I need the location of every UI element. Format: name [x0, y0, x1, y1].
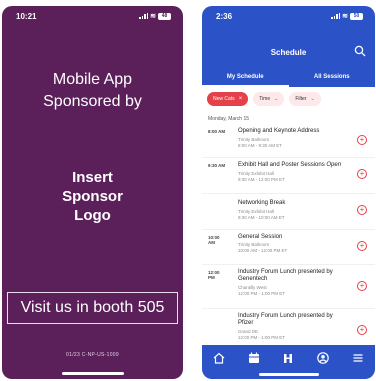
calendar-icon[interactable] [247, 351, 261, 365]
session-row[interactable]: 12:00 PM Industry Forum Lunch presented … [202, 265, 375, 309]
filter-chip-time[interactable]: Time ⌄ [253, 92, 285, 106]
session-row[interactable]: Networking Break Trinity Exhibit Hall 9:… [202, 194, 375, 230]
session-row[interactable]: 10:00 AM General Session Trinity Ballroo… [202, 230, 375, 265]
search-icon[interactable] [354, 45, 366, 57]
home-indicator[interactable] [258, 373, 319, 376]
add-to-schedule-button[interactable]: + [357, 205, 367, 215]
session-list: Monday, March 15 8:00 AM Opening and Key… [202, 114, 375, 353]
battery-icon: 48 [158, 12, 171, 20]
schedule-screen: 2:36 ≋ 50 Schedule My Schedule All Sessi… [202, 6, 375, 379]
session-time: 12:00 PM [208, 270, 220, 280]
session-time-range: 8:00 AM - 9:30 AM ET [238, 143, 283, 148]
session-time-range: 9:30 AM - 10:00 AM ET [238, 215, 285, 220]
session-time-range: 9:30 AM - 12:00 PM ET [238, 177, 285, 182]
filter-chip-label: Time [259, 96, 271, 102]
filter-chip-label: Filter [295, 96, 307, 102]
filter-chip-new-cats[interactable]: New Cats × [207, 92, 249, 106]
schedule-header: 2:36 ≋ 50 Schedule My Schedule All Sessi… [202, 6, 375, 87]
session-time: 10:00 AM [208, 235, 220, 245]
session-title: Networking Break [238, 200, 286, 206]
session-title: Exhibit Hall and Poster Sessions Open [238, 162, 342, 168]
session-time: 8:00 AM [208, 129, 226, 134]
sponsor-logo-placeholder: Insert Sponsor Logo [62, 169, 123, 224]
session-title: General Session [238, 234, 283, 240]
wifi-icon: ≋ [150, 13, 156, 20]
sponsor-splash-screen: 10:21 ≋ 48 Mobile App Sponsored by Inser… [2, 6, 183, 379]
session-time-range: 12:00 PM - 1:00 PM ET [238, 335, 286, 340]
session-time: 9:30 AM [208, 163, 226, 168]
tab-my-schedule[interactable]: My Schedule [202, 72, 289, 87]
session-time-range: 12:00 PM - 1:00 PM ET [238, 291, 286, 296]
add-to-schedule-button[interactable]: + [357, 325, 367, 335]
menu-icon[interactable] [351, 351, 365, 365]
session-time-range: 10:00 AM - 12:00 PM ET [238, 248, 288, 253]
chevron-down-icon: ⌄ [310, 96, 315, 102]
home-icon[interactable] [212, 351, 226, 365]
battery-icon: 50 [350, 12, 363, 20]
profile-icon[interactable] [316, 351, 330, 365]
add-to-schedule-button[interactable]: + [357, 169, 367, 179]
signal-icon [331, 13, 341, 19]
filter-chip-filter[interactable]: Filter ⌄ [289, 92, 321, 106]
status-bar: 2:36 ≋ 50 [202, 6, 375, 26]
visit-booth-button[interactable]: Visit us in booth 505 [7, 292, 178, 324]
day-header: Monday, March 15 [208, 116, 250, 122]
session-location: Trinity Exhibit Hall [238, 171, 274, 176]
exhibitors-icon[interactable] [281, 351, 295, 365]
signal-icon [139, 13, 149, 19]
add-to-schedule-button[interactable]: + [357, 241, 367, 251]
chevron-down-icon: ⌄ [274, 96, 279, 102]
session-title: Opening and Keynote Address [238, 128, 320, 134]
status-time: 2:36 [216, 11, 233, 21]
session-title: Industry Forum Lunch presented by Pfizer [238, 313, 333, 326]
status-bar: 10:21 ≋ 48 [2, 6, 183, 26]
add-to-schedule-button[interactable]: + [357, 281, 367, 291]
status-time: 10:21 [16, 11, 37, 21]
session-location: Chantilly West [238, 285, 267, 290]
sponsor-headline: Mobile App Sponsored by [43, 71, 142, 110]
session-location: Trinity Exhibit Hall [238, 209, 274, 214]
page-title: Schedule [270, 48, 307, 57]
session-location: Grand DE [238, 329, 259, 334]
session-location: Trinity Ballroom [238, 137, 270, 142]
close-icon[interactable]: × [239, 92, 243, 106]
filter-chip-label: New Cats [213, 96, 235, 102]
session-title: Industry Forum Lunch presented by Genent… [238, 269, 333, 282]
wifi-icon: ≋ [342, 13, 348, 20]
filter-bar: New Cats × Time ⌄ Filter ⌄ [207, 92, 375, 106]
session-row[interactable]: 8:00 AM Opening and Keynote Address Trin… [202, 124, 375, 158]
add-to-schedule-button[interactable]: + [357, 135, 367, 145]
home-indicator[interactable] [61, 372, 124, 375]
session-location: Trinity Ballroom [238, 242, 270, 247]
tab-all-sessions[interactable]: All Sessions [289, 72, 376, 87]
legal-code: 01/23 C-NP-US-1009 [66, 352, 119, 358]
session-row[interactable]: 9:30 AM Exhibit Hall and Poster Sessions… [202, 158, 375, 194]
